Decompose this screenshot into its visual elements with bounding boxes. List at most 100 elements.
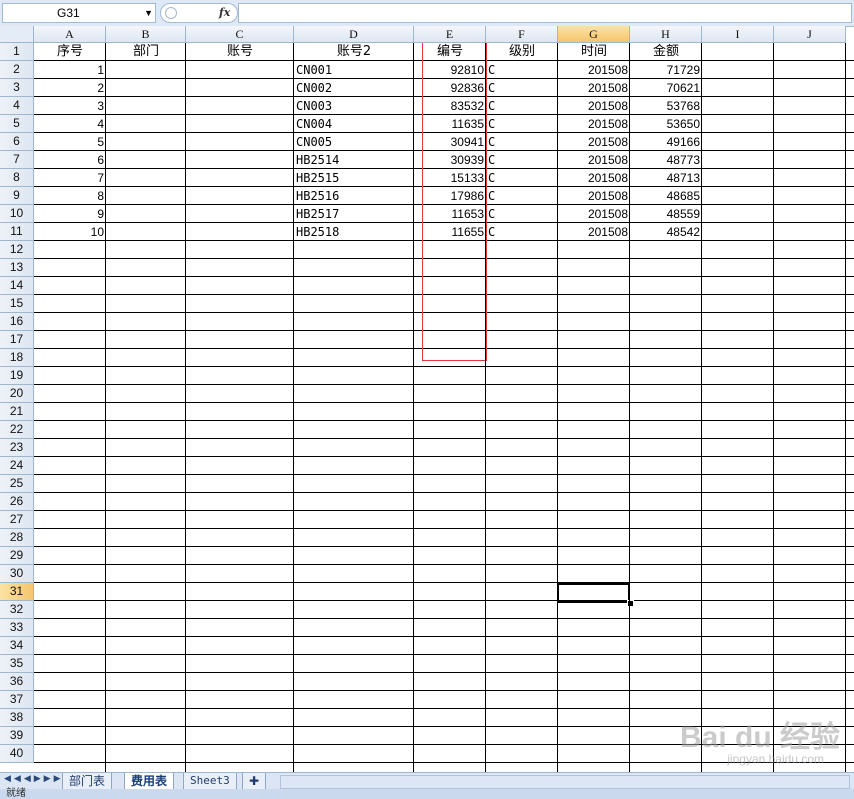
table-cell[interactable]: 48713 bbox=[630, 169, 702, 187]
header-cell-e[interactable]: 编号 bbox=[414, 43, 486, 61]
table-cell[interactable]: 10 bbox=[34, 223, 106, 241]
table-cell[interactable]: 71729 bbox=[630, 61, 702, 79]
formula-input[interactable] bbox=[238, 3, 852, 23]
row-header-27[interactable]: 27 bbox=[0, 511, 34, 529]
table-cell[interactable]: C bbox=[486, 223, 558, 241]
table-cell[interactable]: HB2516 bbox=[294, 187, 414, 205]
table-cell[interactable]: 6 bbox=[34, 151, 106, 169]
horizontal-scrollbar[interactable] bbox=[280, 775, 850, 789]
table-cell[interactable]: C bbox=[486, 205, 558, 223]
row-header-8[interactable]: 8 bbox=[0, 169, 34, 187]
table-cell[interactable]: 92836 bbox=[414, 79, 486, 97]
row-header-30[interactable]: 30 bbox=[0, 565, 34, 583]
table-cell[interactable]: 53650 bbox=[630, 115, 702, 133]
row-header-33[interactable]: 33 bbox=[0, 619, 34, 637]
row-header-31[interactable]: 31 bbox=[0, 583, 34, 601]
header-cell-g[interactable]: 时间 bbox=[558, 43, 630, 61]
table-cell[interactable]: 201508 bbox=[558, 115, 630, 133]
table-cell[interactable]: CN001 bbox=[294, 61, 414, 79]
row-header-26[interactable]: 26 bbox=[0, 493, 34, 511]
table-cell[interactable]: 48773 bbox=[630, 151, 702, 169]
row-header-9[interactable]: 9 bbox=[0, 187, 34, 205]
row-header-16[interactable]: 16 bbox=[0, 313, 34, 331]
row-header-25[interactable]: 25 bbox=[0, 475, 34, 493]
table-cell[interactable]: HB2517 bbox=[294, 205, 414, 223]
table-cell[interactable]: 201508 bbox=[558, 79, 630, 97]
table-cell[interactable]: HB2515 bbox=[294, 169, 414, 187]
tab-nav-arrows-icon[interactable]: ◀◀◀▶▶▶ bbox=[4, 774, 64, 784]
row-header-2[interactable]: 2 bbox=[0, 61, 34, 79]
table-cell[interactable]: 7 bbox=[34, 169, 106, 187]
row-header-13[interactable]: 13 bbox=[0, 259, 34, 277]
row-header-3[interactable]: 3 bbox=[0, 79, 34, 97]
table-cell[interactable]: 17986 bbox=[414, 187, 486, 205]
row-header-29[interactable]: 29 bbox=[0, 547, 34, 565]
table-cell[interactable]: 83532 bbox=[414, 97, 486, 115]
table-cell[interactable]: 48559 bbox=[630, 205, 702, 223]
table-cell[interactable]: 201508 bbox=[558, 223, 630, 241]
column-header-e[interactable]: E bbox=[414, 26, 486, 43]
selected-cell[interactable] bbox=[557, 583, 630, 603]
column-header-h[interactable]: H bbox=[630, 26, 702, 43]
header-cell-d[interactable]: 账号2 bbox=[294, 43, 414, 61]
name-box[interactable]: G31 ▼ bbox=[2, 3, 156, 23]
row-header-15[interactable]: 15 bbox=[0, 295, 34, 313]
table-cell[interactable]: C bbox=[486, 133, 558, 151]
spreadsheet-grid[interactable]: A B C D E F G H I J 1 2 3 4 5 6 7 8 9 10 11 12 13 14 15 16 17 18 19 2… bbox=[0, 26, 854, 772]
table-cell[interactable]: C bbox=[486, 115, 558, 133]
column-header-i[interactable]: I bbox=[702, 26, 774, 43]
table-cell[interactable]: CN005 bbox=[294, 133, 414, 151]
table-cell[interactable]: C bbox=[486, 187, 558, 205]
table-cell[interactable]: 201508 bbox=[558, 133, 630, 151]
table-cell[interactable]: C bbox=[486, 151, 558, 169]
table-cell[interactable]: 30939 bbox=[414, 151, 486, 169]
table-cell[interactable]: C bbox=[486, 169, 558, 187]
table-cell[interactable]: 8 bbox=[34, 187, 106, 205]
row-header-4[interactable]: 4 bbox=[0, 97, 34, 115]
row-header-6[interactable]: 6 bbox=[0, 133, 34, 151]
table-cell[interactable]: 48542 bbox=[630, 223, 702, 241]
row-header-36[interactable]: 36 bbox=[0, 673, 34, 691]
table-cell[interactable]: CN003 bbox=[294, 97, 414, 115]
header-cell-a[interactable]: 序号 bbox=[34, 43, 106, 61]
row-header-21[interactable]: 21 bbox=[0, 403, 34, 421]
sheet-tab[interactable]: 费用表 bbox=[124, 773, 175, 790]
row-header-28[interactable]: 28 bbox=[0, 529, 34, 547]
row-header-39[interactable]: 39 bbox=[0, 727, 34, 745]
table-cell[interactable]: 5 bbox=[34, 133, 106, 151]
sheet-tab[interactable]: Sheet3 bbox=[183, 773, 237, 790]
column-header-f[interactable]: F bbox=[486, 26, 558, 43]
row-header-1[interactable]: 1 bbox=[0, 43, 34, 61]
column-header-j[interactable]: J bbox=[774, 26, 846, 43]
column-header-c[interactable]: C bbox=[186, 26, 294, 43]
table-cell[interactable]: 4 bbox=[34, 115, 106, 133]
table-cell[interactable]: 9 bbox=[34, 205, 106, 223]
header-cell-f[interactable]: 级别 bbox=[486, 43, 558, 61]
chevron-down-icon[interactable]: ▼ bbox=[144, 4, 153, 22]
row-header-12[interactable]: 12 bbox=[0, 241, 34, 259]
row-header-11[interactable]: 11 bbox=[0, 223, 34, 241]
table-cell[interactable]: C bbox=[486, 61, 558, 79]
row-header-17[interactable]: 17 bbox=[0, 331, 34, 349]
table-cell[interactable]: 3 bbox=[34, 97, 106, 115]
row-header-38[interactable]: 38 bbox=[0, 709, 34, 727]
row-header-24[interactable]: 24 bbox=[0, 457, 34, 475]
table-cell[interactable]: 11635 bbox=[414, 115, 486, 133]
table-cell[interactable]: HB2518 bbox=[294, 223, 414, 241]
table-cell[interactable]: 201508 bbox=[558, 151, 630, 169]
header-cell-c[interactable]: 账号 bbox=[186, 43, 294, 61]
row-header-34[interactable]: 34 bbox=[0, 637, 34, 655]
table-cell[interactable]: 201508 bbox=[558, 97, 630, 115]
table-cell[interactable]: 30941 bbox=[414, 133, 486, 151]
row-header-7[interactable]: 7 bbox=[0, 151, 34, 169]
table-cell[interactable]: 2 bbox=[34, 79, 106, 97]
row-header-18[interactable]: 18 bbox=[0, 349, 34, 367]
table-cell[interactable]: 70621 bbox=[630, 79, 702, 97]
row-header-20[interactable]: 20 bbox=[0, 385, 34, 403]
table-cell[interactable]: 201508 bbox=[558, 187, 630, 205]
table-cell[interactable]: 201508 bbox=[558, 61, 630, 79]
header-cell-h[interactable]: 金额 bbox=[630, 43, 702, 61]
row-header-32[interactable]: 32 bbox=[0, 601, 34, 619]
expand-icon[interactable] bbox=[165, 7, 177, 19]
row-header-37[interactable]: 37 bbox=[0, 691, 34, 709]
